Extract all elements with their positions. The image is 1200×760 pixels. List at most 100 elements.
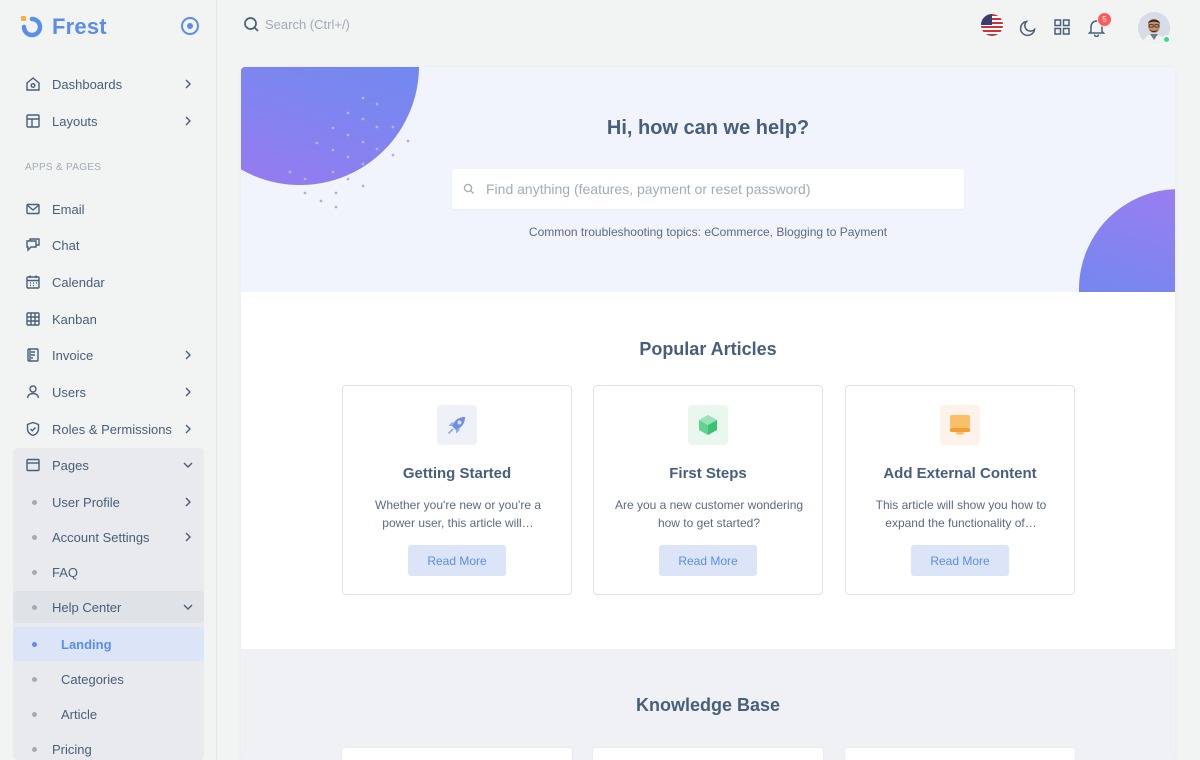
kb-card[interactable]: [593, 748, 823, 760]
brand[interactable]: Frest: [20, 13, 107, 41]
help-center-main: Hi, how can we help? Common troubleshoot…: [241, 67, 1175, 760]
global-search[interactable]: Search (Ctrl+/): [243, 16, 350, 33]
section-label: APPS & PAGES: [25, 162, 102, 173]
read-more-button[interactable]: Read More: [911, 545, 1009, 576]
sidebar-item-label: FAQ: [52, 564, 79, 580]
moon-icon[interactable]: [1017, 16, 1039, 38]
sidebar-item-label: Pricing: [52, 741, 92, 757]
frest-logo-icon: [20, 15, 44, 39]
hero-subtitle: Common troubleshooting topics: eCommerce…: [528, 225, 888, 239]
help-search-box[interactable]: [452, 169, 964, 209]
help-search-input[interactable]: [486, 181, 946, 197]
us-flag-icon[interactable]: [981, 14, 1003, 36]
bullet-icon: [32, 534, 37, 540]
rocket-icon: [437, 405, 477, 445]
window-icon: [25, 457, 41, 473]
topbar-actions: 5: [980, 12, 1171, 44]
sidebar-item-label: Help Center: [52, 599, 122, 615]
card-description: Are you a new customer wondering how to …: [614, 498, 804, 530]
sidebar-toggle-icon[interactable]: [181, 17, 199, 35]
card-description: This article will show you how to expand…: [875, 498, 1047, 530]
sidebar-item-calendar[interactable]: Calendar: [13, 266, 204, 298]
bullet-icon: [32, 604, 37, 610]
sidebar-item-label: Pages: [52, 457, 89, 473]
sidebar-item-faq[interactable]: FAQ: [13, 556, 204, 588]
bullet-icon: [32, 641, 37, 647]
home-icon: [25, 76, 41, 92]
sidebar-item-label: Dashboards: [52, 76, 123, 92]
sidebar-item-article[interactable]: Article: [13, 698, 204, 730]
mail-icon: [25, 201, 41, 217]
bullet-icon: [32, 746, 37, 752]
sidebar-item-pricing[interactable]: Pricing: [13, 733, 204, 760]
chevron-right-icon: [185, 532, 191, 542]
sidebar-item-label: Kanban: [52, 311, 97, 327]
file-icon: [25, 347, 41, 363]
sidebar-item-label: Email: [52, 201, 85, 217]
grid-icon: [25, 311, 41, 327]
sidebar: Frest Dashboards Layouts APPS & PAGES Em…: [0, 0, 217, 760]
decorative-blob: [1079, 189, 1175, 292]
kb-card[interactable]: [845, 748, 1075, 760]
chevron-right-icon: [185, 424, 191, 434]
shield-icon: [25, 421, 41, 437]
article-card: Getting Started Whether you're new or yo…: [342, 385, 572, 595]
chevron-right-icon: [185, 79, 191, 89]
sidebar-item-invoice[interactable]: Invoice: [13, 339, 204, 371]
card-description: Whether you're new or you're a power use…: [375, 498, 541, 530]
card-title: Add External Content: [883, 465, 1037, 482]
sidebar-item-dashboards[interactable]: Dashboards: [13, 68, 204, 100]
sidebar-item-label: Calendar: [52, 274, 105, 290]
kb-card[interactable]: [342, 748, 572, 760]
popular-articles-title: Popular Articles: [639, 339, 777, 359]
sidebar-item-label: Roles & Permissions: [52, 421, 172, 437]
sidebar-item-label: Categories: [61, 671, 124, 687]
sidebar-item-label: Account Settings: [52, 529, 150, 545]
sidebar-item-account-settings[interactable]: Account Settings: [13, 521, 204, 553]
sidebar-item-label: Users: [52, 384, 86, 400]
sidebar-item-email[interactable]: Email: [13, 193, 204, 225]
read-more-button[interactable]: Read More: [659, 545, 757, 576]
sidebar-item-label: Invoice: [52, 347, 94, 363]
laptop-icon: [940, 405, 980, 445]
brand-name: Frest: [52, 14, 107, 39]
cube-icon: [688, 405, 728, 445]
calendar-icon: [25, 274, 41, 290]
sidebar-item-label: User Profile: [52, 494, 120, 510]
hero-section: Hi, how can we help? Common troubleshoot…: [241, 67, 1175, 292]
read-more-button[interactable]: Read More: [408, 545, 506, 576]
sidebar-item-layouts[interactable]: Layouts: [13, 105, 204, 137]
sidebar-item-categories[interactable]: Categories: [13, 663, 204, 695]
sidebar-item-help-center[interactable]: Help Center: [13, 591, 204, 623]
notification-bell-icon[interactable]: 5: [1085, 12, 1112, 38]
chevron-right-icon: [185, 116, 191, 126]
sidebar-item-label: Chat: [52, 237, 80, 253]
sidebar-item-chat[interactable]: Chat: [13, 229, 204, 261]
apps-grid-icon[interactable]: [1051, 16, 1073, 38]
online-status-dot: [1162, 35, 1171, 44]
search-icon: [244, 17, 259, 32]
sidebar-item-user-profile[interactable]: User Profile: [13, 486, 204, 518]
sidebar-item-landing[interactable]: Landing: [13, 627, 204, 661]
sidebar-item-kanban[interactable]: Kanban: [13, 303, 204, 335]
chat-icon: [25, 237, 41, 253]
decorative-dots: [288, 96, 410, 209]
sidebar-item-label: Layouts: [52, 113, 98, 129]
bullet-icon: [32, 569, 37, 575]
article-card: First Steps Are you a new customer wonde…: [593, 385, 823, 595]
card-title: Getting Started: [402, 465, 512, 482]
hero-title: Hi, how can we help?: [606, 117, 810, 139]
sidebar-item-users[interactable]: Users: [13, 376, 204, 408]
bullet-icon: [32, 676, 37, 682]
knowledge-base-section: Knowledge Base: [241, 649, 1175, 760]
sidebar-item-roles-permissions[interactable]: Roles & Permissions: [13, 413, 204, 445]
chevron-right-icon: [185, 350, 191, 360]
search-icon: [463, 183, 474, 194]
knowledge-base-title: Knowledge Base: [635, 695, 781, 715]
chevron-down-icon: [183, 462, 193, 468]
notification-badge: 5: [1097, 12, 1112, 27]
search-placeholder[interactable]: Search (Ctrl+/): [265, 17, 350, 32]
bullet-icon: [32, 711, 37, 717]
bullet-icon: [32, 499, 37, 505]
sidebar-item-pages[interactable]: Pages: [13, 449, 204, 481]
